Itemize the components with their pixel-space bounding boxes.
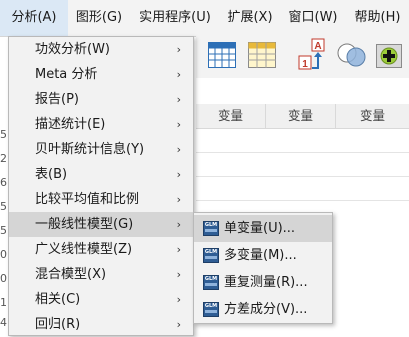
menu-item-label: 贝叶斯统计信息(Y)	[35, 142, 145, 157]
svg-text:1: 1	[302, 59, 308, 70]
submenu-item-repeated-measures[interactable]: GLM 重复测量(R)...	[194, 269, 332, 296]
menu-help[interactable]: 帮助(H)	[346, 0, 409, 36]
menu-item-label: 报告(P)	[35, 92, 79, 107]
menu-item-general-linear-model[interactable]: 一般线性模型(G) ›	[9, 212, 193, 237]
row-number: 2	[0, 152, 7, 165]
submenu-item-variance-components[interactable]: GLM 方差成分(V)...	[194, 296, 332, 323]
row-number: 0	[0, 248, 7, 261]
menu-item-label: Meta 分析	[35, 67, 98, 82]
row-number: 5	[0, 200, 7, 213]
menu-item-correlate[interactable]: 相关(C) ›	[9, 287, 193, 312]
chevron-right-icon: ›	[176, 43, 181, 56]
grid-row-line	[196, 176, 409, 177]
menu-bar: 分析(A) 图形(G) 实用程序(U) 扩展(X) 窗口(W) 帮助(H)	[0, 0, 409, 37]
chevron-right-icon: ›	[176, 68, 181, 81]
column-header-variable[interactable]: 变量	[266, 104, 336, 129]
variable-table-icon[interactable]	[248, 42, 276, 68]
row-number: 1	[0, 296, 7, 309]
row-number: 5	[0, 224, 7, 237]
submenu-item-label: 单变量(U)...	[224, 221, 296, 236]
glm-submenu: GLM 单变量(U)... GLM 多变量(M)... GLM 重复测量(R).…	[193, 212, 333, 324]
submenu-item-label: 方差成分(V)...	[224, 302, 308, 317]
menu-graphs[interactable]: 图形(G)	[68, 0, 130, 36]
chevron-right-icon: ›	[176, 168, 181, 181]
menu-item-compare-means[interactable]: 比较平均值和比例 ›	[9, 187, 193, 212]
menu-item-label: 回归(R)	[35, 317, 81, 332]
chevron-right-icon: ›	[176, 218, 181, 231]
chevron-right-icon: ›	[176, 93, 181, 106]
toolbar: A 1	[196, 36, 409, 78]
submenu-item-label: 多变量(M)...	[224, 248, 297, 263]
glm-icon: GLM	[203, 221, 219, 236]
menu-item-meta-analysis[interactable]: Meta 分析 ›	[9, 62, 193, 87]
menu-item-generalized-linear-models[interactable]: 广义线性模型(Z) ›	[9, 237, 193, 262]
svg-text:A: A	[314, 41, 321, 52]
select-cases-icon[interactable]	[336, 40, 368, 70]
menu-utilities[interactable]: 实用程序(U)	[130, 0, 220, 36]
menu-item-label: 表(B)	[35, 167, 68, 182]
glm-icon: GLM	[203, 275, 219, 290]
row-number: 6	[0, 176, 7, 189]
menu-item-label: 广义线性模型(Z)	[35, 242, 133, 257]
menu-item-label: 功效分析(W)	[35, 42, 110, 57]
row-number: 4	[0, 316, 7, 329]
chevron-right-icon: ›	[176, 193, 181, 206]
chevron-right-icon: ›	[176, 268, 181, 281]
chevron-right-icon: ›	[176, 143, 181, 156]
grid-row-line	[196, 152, 409, 153]
menu-analyze[interactable]: 分析(A)	[0, 0, 68, 36]
submenu-item-label: 重复测量(R)...	[224, 275, 308, 290]
menu-item-power-analysis[interactable]: 功效分析(W) ›	[9, 37, 193, 62]
menu-item-tables[interactable]: 表(B) ›	[9, 162, 193, 187]
menu-item-descriptive-statistics[interactable]: 描述统计(E) ›	[9, 112, 193, 137]
row-number: 5	[0, 128, 7, 141]
submenu-item-multivariate[interactable]: GLM 多变量(M)...	[194, 242, 332, 269]
menu-item-bayesian-statistics[interactable]: 贝叶斯统计信息(Y) ›	[9, 137, 193, 162]
chevron-right-icon: ›	[176, 243, 181, 256]
chevron-right-icon: ›	[176, 318, 181, 331]
menu-item-label: 混合模型(X)	[35, 267, 107, 282]
row-number: 0	[0, 272, 7, 285]
chevron-right-icon: ›	[176, 293, 181, 306]
menu-extensions[interactable]: 扩展(X)	[220, 0, 280, 36]
menu-window[interactable]: 窗口(W)	[280, 0, 346, 36]
menu-item-label: 一般线性模型(G)	[35, 217, 134, 232]
glm-icon: GLM	[203, 248, 219, 263]
glm-icon: GLM	[203, 302, 219, 317]
column-header-variable[interactable]: 变量	[336, 104, 409, 129]
menu-item-label: 相关(C)	[35, 292, 81, 307]
column-header-variable[interactable]: 变量	[196, 104, 266, 129]
menu-item-label: 描述统计(E)	[35, 117, 106, 132]
add-icon[interactable]	[376, 44, 402, 68]
menu-item-label: 比较平均值和比例	[35, 192, 140, 207]
submenu-item-univariate[interactable]: GLM 单变量(U)...	[194, 215, 332, 242]
sort-cases-icon[interactable]: A 1	[298, 38, 328, 72]
chevron-right-icon: ›	[176, 118, 181, 131]
grid-row-line	[196, 200, 409, 201]
data-table-icon[interactable]	[208, 42, 236, 68]
menu-item-mixed-models[interactable]: 混合模型(X) ›	[9, 262, 193, 287]
analyze-menu: 功效分析(W) › Meta 分析 › 报告(P) › 描述统计(E) › 贝叶斯统计信…	[8, 36, 194, 336]
menu-item-reports[interactable]: 报告(P) ›	[9, 87, 193, 112]
menu-item-regression[interactable]: 回归(R) ›	[9, 312, 193, 337]
